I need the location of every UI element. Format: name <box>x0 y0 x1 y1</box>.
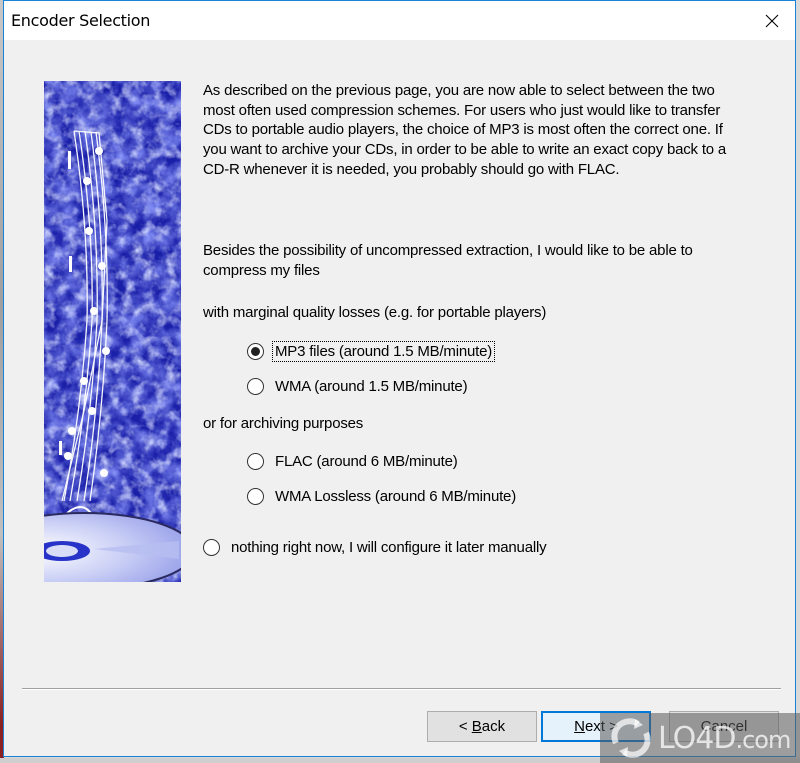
radio-option-flac[interactable]: FLAC (around 6 MB/minute) <box>247 451 461 472</box>
window-title: Encoder Selection <box>11 11 151 30</box>
cd-disc-icon <box>44 512 181 582</box>
radio-button-icon[interactable] <box>247 453 264 470</box>
question-paragraph: Besides the possibility of uncompressed … <box>203 242 693 279</box>
intro-paragraph: As described on the previous page, you a… <box>203 82 727 178</box>
lossy-group-label: with marginal quality losses (e.g. for p… <box>203 304 547 321</box>
music-cd-illustration <box>44 81 181 582</box>
radio-label: WMA Lossless (around 6 MB/minute) <box>275 488 516 505</box>
back-rest: ack <box>481 718 506 735</box>
archive-group-label: or for archiving purposes <box>203 415 364 432</box>
radio-label: nothing right now, I will configure it l… <box>231 539 547 556</box>
radio-label: WMA (around 1.5 MB/minute) <box>275 378 468 395</box>
radio-option-wma-lossless[interactable]: WMA Lossless (around 6 MB/minute) <box>247 486 519 507</box>
radio-button-checked-icon[interactable] <box>247 343 264 360</box>
encoder-selection-dialog: Encoder Selection As described on the pr… <box>3 0 796 757</box>
radio-option-nothing[interactable]: nothing right now, I will configure it l… <box>203 537 549 558</box>
back-accelerator: B <box>471 718 482 735</box>
next-accelerator: N <box>574 718 585 735</box>
radio-button-icon[interactable] <box>203 539 220 556</box>
cancel-button[interactable]: Cancel <box>669 711 779 742</box>
radio-option-mp3[interactable]: MP3 files (around 1.5 MB/minute) <box>247 341 496 362</box>
radio-button-icon[interactable] <box>247 488 264 505</box>
radio-button-icon[interactable] <box>247 378 264 395</box>
close-icon <box>765 14 779 27</box>
radio-label: FLAC (around 6 MB/minute) <box>275 453 458 470</box>
next-rest: ext > <box>584 718 618 735</box>
next-button[interactable]: Next > <box>541 711 651 742</box>
close-button[interactable] <box>749 1 795 40</box>
radio-option-wma[interactable]: WMA (around 1.5 MB/minute) <box>247 376 470 397</box>
radio-label: MP3 files (around 1.5 MB/minute) <box>272 341 496 362</box>
back-button[interactable]: < Back <box>427 711 537 742</box>
title-bar: Encoder Selection <box>4 1 795 40</box>
back-prefix: < <box>458 718 472 735</box>
side-banner-image <box>44 81 181 582</box>
background-window-edge-bottom <box>0 758 800 763</box>
button-separator <box>22 688 781 690</box>
